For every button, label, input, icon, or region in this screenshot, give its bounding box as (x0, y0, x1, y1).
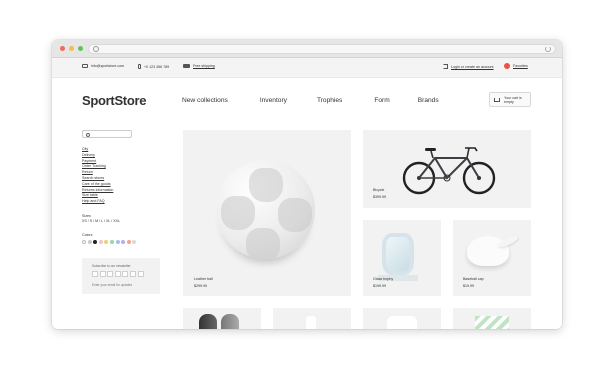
nav-trophies[interactable]: Trophies (317, 97, 342, 104)
favorites-link[interactable]: Favorites (504, 63, 528, 69)
product-card-cap[interactable]: Baseball cap $19.99 (453, 220, 531, 296)
product-name: Leather ball (194, 277, 213, 281)
login-icon (443, 64, 448, 69)
glass-trophy-image (382, 233, 414, 275)
site-logo[interactable]: SportStore (82, 93, 146, 108)
login-text: Login or create an account (451, 64, 494, 69)
address-bar[interactable] (88, 44, 556, 54)
sidebar-search-input[interactable] (82, 130, 132, 138)
sidebar-link-help[interactable]: Help and FAQ (82, 199, 162, 205)
input-cell (122, 270, 129, 277)
product-card-shirt[interactable] (363, 308, 441, 329)
color-swatch-yellow[interactable] (104, 239, 109, 244)
soccer-ball-image (216, 160, 315, 259)
bottle-image (306, 316, 316, 329)
search-icon (86, 132, 90, 137)
color-swatch-white[interactable] (82, 239, 86, 244)
color-swatch-green[interactable] (109, 239, 114, 244)
product-price: $19.99 (463, 284, 474, 288)
input-cell (107, 270, 114, 277)
stage: info@sportstore.com +0 123 456 789 Free … (0, 0, 612, 374)
product-card-ball[interactable]: Leather ball $299.99 (183, 130, 351, 296)
colors-label: Colors (82, 232, 93, 237)
shipping-text: Free shipping (193, 64, 215, 68)
sidebar: City Delivery Payment Order Tracking Ret… (82, 130, 162, 294)
towel-image (475, 316, 509, 329)
truck-icon (183, 64, 190, 68)
search-icon (93, 46, 99, 52)
product-name: Glass trophy (373, 277, 394, 281)
shipping-link[interactable]: Free shipping (183, 64, 215, 68)
color-swatch-orange[interactable] (126, 239, 131, 244)
tshirt-image (387, 316, 417, 329)
input-cell (99, 270, 106, 277)
input-cell (114, 270, 121, 277)
newsletter-note: Enter your email for updates (92, 282, 133, 287)
product-price: $299.99 (194, 284, 207, 288)
newsletter-title: Subscribe to our newsletter (92, 263, 131, 268)
product-name: Baseball cap (463, 277, 484, 281)
input-cell (129, 270, 136, 277)
newsletter-input[interactable] (92, 270, 144, 277)
input-cell (137, 270, 144, 277)
site-header: SportStore New collections Inventory Tro… (52, 78, 562, 120)
newsletter-box: Subscribe to our newsletter Enter your e… (82, 257, 160, 294)
product-price: $399.99 (373, 195, 386, 199)
top-bar: info@sportstore.com +0 123 456 789 Free … (52, 58, 562, 78)
ball-panel (278, 198, 312, 232)
login-link[interactable]: Login or create an account (443, 64, 494, 69)
color-swatch-gray[interactable] (87, 239, 92, 244)
product-card-trophy[interactable]: Glass trophy $199.99 (363, 220, 441, 296)
phone-icon (138, 64, 141, 69)
ball-panel (221, 196, 255, 230)
dumbbell-image (199, 314, 217, 329)
browser-chrome (52, 40, 562, 58)
maximize-window-button[interactable] (78, 46, 83, 51)
color-swatch-purple[interactable] (121, 239, 126, 244)
phone-link[interactable]: +0 123 456 789 (138, 64, 169, 69)
nav-brands[interactable]: Brands (418, 97, 439, 104)
favorites-text: Favorites (513, 64, 528, 68)
size-filter[interactable]: XS / S / M / L / XL / XXL (82, 219, 162, 224)
color-swatch-black[interactable] (93, 239, 98, 244)
sidebar-links: City Delivery Payment Order Tracking Ret… (82, 147, 162, 205)
cart-status: Your cart is empty (504, 96, 522, 105)
product-card-towel[interactable] (453, 308, 531, 329)
product-card-bottle[interactable] (273, 308, 351, 329)
color-swatch-pink[interactable] (98, 239, 103, 244)
heart-icon (504, 63, 510, 69)
color-swatch-silver[interactable] (132, 239, 137, 244)
nav-form[interactable]: Form (374, 97, 389, 104)
phone-text: +0 123 456 789 (144, 64, 170, 69)
minimize-window-button[interactable] (69, 46, 74, 51)
reload-icon[interactable] (545, 46, 551, 52)
browser-window: info@sportstore.com +0 123 456 789 Free … (52, 40, 562, 329)
input-cell (92, 270, 98, 277)
ball-panel (249, 168, 283, 202)
main-nav: New collections Inventory Trophies Form … (182, 97, 439, 104)
email-text: info@sportstore.com (91, 64, 125, 68)
color-swatch-blue[interactable] (115, 239, 120, 244)
product-price: $199.99 (373, 284, 386, 288)
cart-icon (494, 98, 500, 102)
product-card-bicycle[interactable]: Bicycle $399.99 (363, 130, 531, 208)
nav-inventory[interactable]: Inventory (260, 97, 287, 104)
cart-button[interactable]: Your cart is empty (489, 92, 531, 107)
nav-new-collections[interactable]: New collections (182, 97, 228, 104)
ball-panel (246, 228, 280, 259)
close-window-button[interactable] (60, 46, 65, 51)
bicycle-image (402, 147, 496, 195)
product-card-weights[interactable] (183, 308, 261, 329)
email-link[interactable]: info@sportstore.com (82, 64, 124, 68)
color-filter (82, 239, 162, 244)
product-name: Bicycle (373, 188, 385, 192)
dumbbell-image (221, 314, 239, 329)
envelope-icon (82, 64, 88, 68)
